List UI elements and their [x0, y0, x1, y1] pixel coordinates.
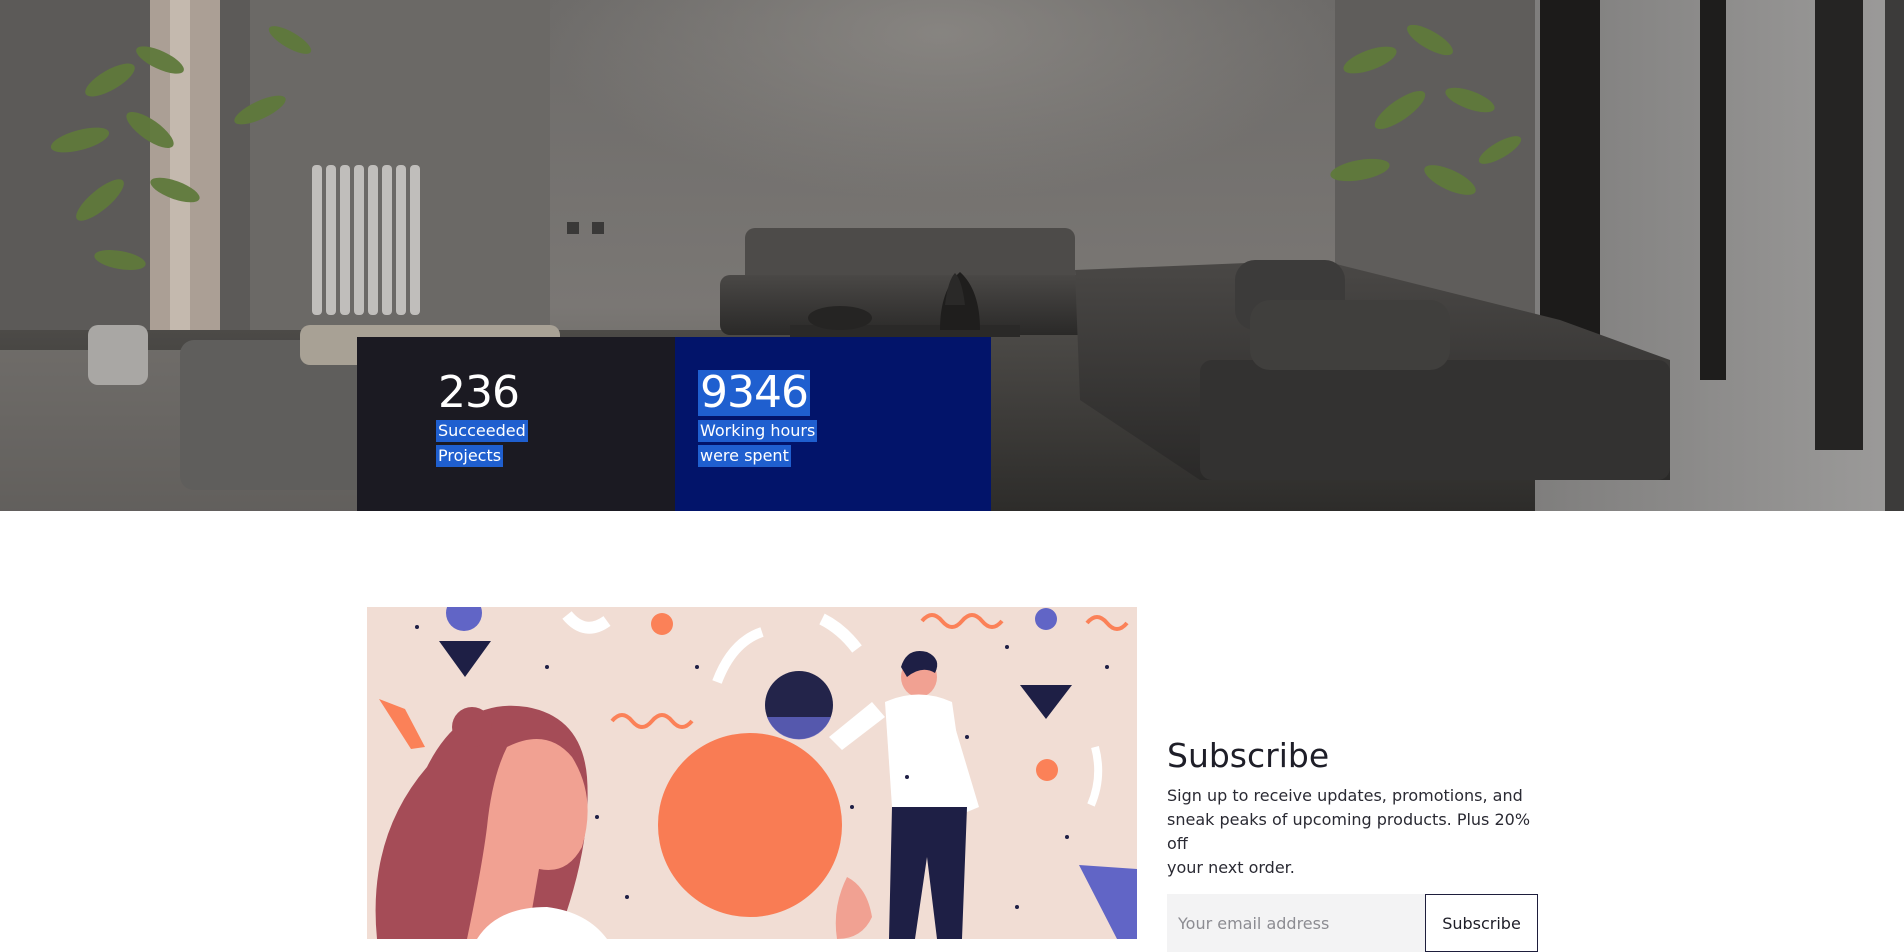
stat-number: 236 — [438, 367, 520, 418]
stat-number: 9346 — [698, 367, 810, 418]
stat-label-line: Succeeded — [436, 420, 528, 442]
description-line: your next order. — [1167, 858, 1295, 877]
stat-label-line: were spent — [698, 445, 791, 467]
hero-banner: 236 Succeeded Projects 9346 Working hour… — [0, 0, 1904, 511]
subscribe-description: Sign up to receive updates, promotions, … — [1167, 784, 1547, 880]
stats-panel: 236 Succeeded Projects 9346 Working hour… — [357, 337, 991, 511]
stat-label-line: Working hours — [698, 420, 818, 442]
people-shapes-artwork — [367, 607, 1137, 939]
subscribe-illustration — [367, 607, 1137, 939]
stat-succeeded-projects: 236 Succeeded Projects — [357, 337, 675, 511]
stat-label-line: Projects — [436, 445, 504, 467]
subscribe-form: Subscribe — [1167, 894, 1547, 952]
stat-label: Succeeded Projects — [436, 419, 675, 469]
description-line: Sign up to receive updates, promotions, … — [1167, 786, 1523, 805]
email-input[interactable] — [1167, 894, 1425, 952]
description-line: sneak peaks of upcoming products. Plus 2… — [1167, 810, 1531, 853]
stat-label: Working hours were spent — [698, 419, 991, 469]
subscribe-section: Subscribe Sign up to receive updates, pr… — [1167, 736, 1547, 952]
subscribe-title: Subscribe — [1167, 736, 1330, 775]
subscribe-button[interactable]: Subscribe — [1425, 894, 1538, 952]
stat-working-hours: 9346 Working hours were spent — [675, 337, 991, 511]
